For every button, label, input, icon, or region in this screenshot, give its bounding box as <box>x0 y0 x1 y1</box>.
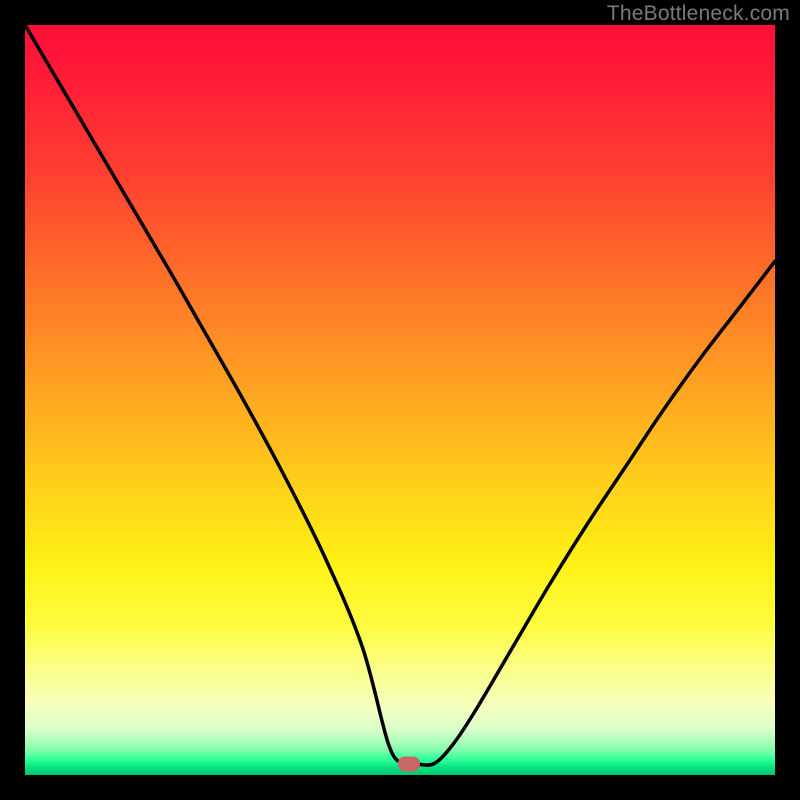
chart-frame: TheBottleneck.com <box>0 0 800 800</box>
plot-area <box>25 25 775 775</box>
watermark-text: TheBottleneck.com <box>607 2 790 26</box>
curve-svg <box>25 25 775 775</box>
optimal-marker <box>398 756 420 771</box>
bottleneck-curve <box>25 25 775 765</box>
